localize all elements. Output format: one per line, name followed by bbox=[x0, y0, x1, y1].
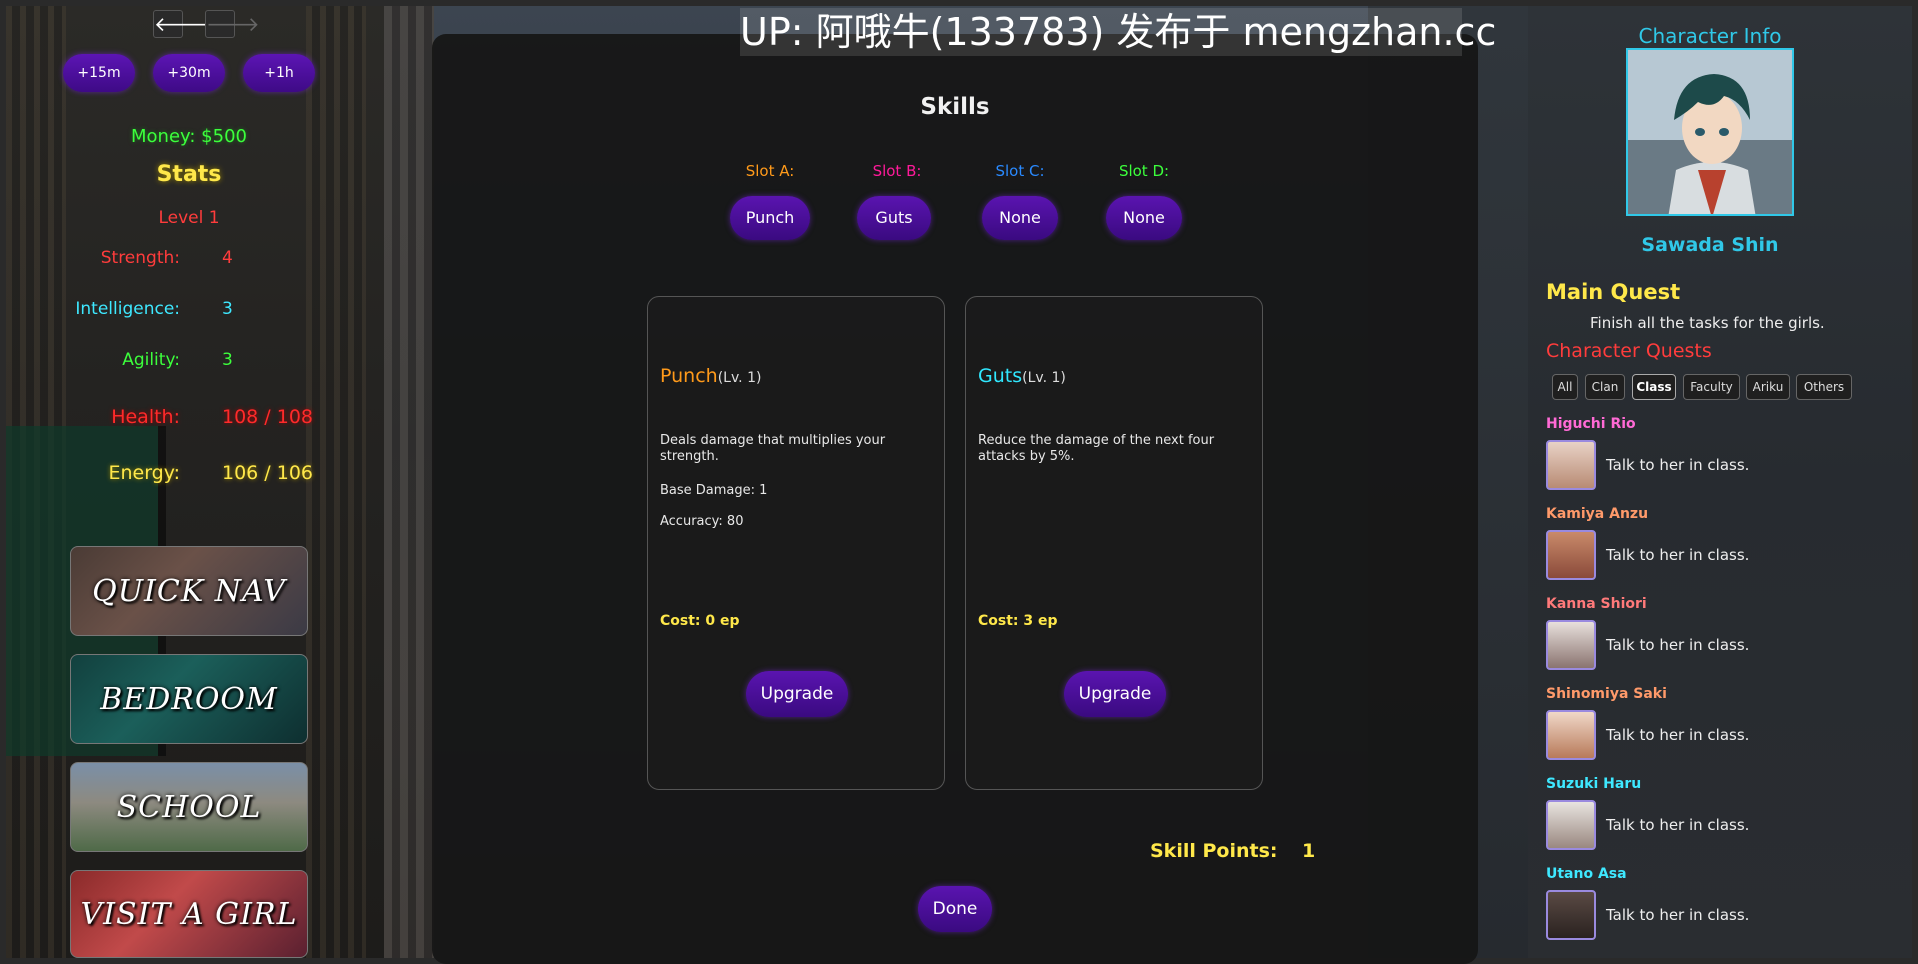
slot-a-label: Slot A: bbox=[745, 162, 795, 180]
skill-card-title: Guts(Lv. 1) bbox=[978, 365, 1066, 387]
skill-accuracy: Accuracy: 80 bbox=[660, 514, 744, 529]
avatar bbox=[1546, 620, 1596, 670]
skill-level: (Lv. 1) bbox=[717, 370, 762, 386]
slot-d-button[interactable]: None bbox=[1106, 196, 1182, 240]
avatar bbox=[1546, 890, 1596, 940]
slot-d-label: Slot D: bbox=[1118, 162, 1170, 180]
upgrade-punch-button[interactable]: Upgrade bbox=[746, 671, 848, 717]
skill-card-title: Punch(Lv. 1) bbox=[660, 365, 761, 387]
avatar bbox=[1546, 710, 1596, 760]
character-info-title: Character Info bbox=[1638, 24, 1782, 48]
school-button[interactable]: SCHOOL bbox=[70, 762, 308, 852]
quest-text: Talk to her in class. bbox=[1606, 906, 1750, 924]
agility-label: Agility: bbox=[122, 350, 180, 370]
quest-name-higuchi-rio: Higuchi Rio bbox=[1546, 416, 1636, 432]
skill-cost: Cost: 3 ep bbox=[978, 613, 1058, 629]
quest-name-utano-asa: Utano Asa bbox=[1546, 866, 1627, 882]
skill-card-punch: Punch(Lv. 1) Deals damage that multiplie… bbox=[647, 296, 945, 790]
skill-points-label: Skill Points: bbox=[1150, 840, 1278, 862]
character-portrait-image bbox=[1628, 50, 1792, 214]
curtain-decoration bbox=[384, 6, 434, 958]
character-name: Sawada Shin bbox=[1641, 234, 1779, 256]
quest-text: Talk to her in class. bbox=[1606, 546, 1750, 564]
filter-tab-faculty[interactable]: Faculty bbox=[1683, 374, 1740, 400]
skill-points-value: 1 bbox=[1302, 840, 1316, 862]
quest-name-suzuki-haru: Suzuki Haru bbox=[1546, 776, 1642, 792]
character-portrait bbox=[1626, 48, 1794, 216]
quest-text: Talk to her in class. bbox=[1606, 816, 1750, 834]
done-button[interactable]: Done bbox=[918, 886, 992, 932]
quick-nav-button[interactable]: QUICK NAV bbox=[70, 546, 308, 636]
skills-modal bbox=[432, 34, 1478, 964]
slot-a-button[interactable]: Punch bbox=[730, 196, 810, 240]
visit-a-girl-label: VISIT A GIRL bbox=[80, 896, 298, 932]
intelligence-label: Intelligence: bbox=[75, 299, 180, 319]
character-quests-title: Character Quests bbox=[1546, 340, 1712, 362]
time-plus-1h-button[interactable]: +1h bbox=[243, 54, 315, 92]
quest-name-kanna-shiori: Kanna Shiori bbox=[1546, 596, 1647, 612]
skill-description: Deals damage that multiplies your streng… bbox=[660, 433, 886, 464]
slot-c-button[interactable]: None bbox=[982, 196, 1058, 240]
quest-text: Talk to her in class. bbox=[1606, 636, 1750, 654]
quest-name-shinomiya-saki: Shinomiya Saki bbox=[1546, 686, 1667, 702]
main-quest-title: Main Quest bbox=[1546, 280, 1681, 304]
upgrade-guts-button[interactable]: Upgrade bbox=[1064, 671, 1166, 717]
slot-b-button[interactable]: Guts bbox=[857, 196, 931, 240]
filter-tab-class[interactable]: Class bbox=[1632, 374, 1676, 400]
time-plus-15m-button[interactable]: +15m bbox=[63, 54, 135, 92]
skill-description: Reduce the damage of the next four attac… bbox=[978, 433, 1215, 464]
forward-arrow-icon[interactable]: 🡒 bbox=[205, 10, 260, 38]
filter-tab-ariku[interactable]: Ariku bbox=[1746, 374, 1790, 400]
quest-text: Talk to her in class. bbox=[1606, 456, 1750, 474]
time-plus-30m-button[interactable]: +30m bbox=[153, 54, 225, 92]
main-quest-text: Finish all the tasks for the girls. bbox=[1590, 314, 1825, 332]
school-label: SCHOOL bbox=[116, 789, 262, 825]
health-label: Health: bbox=[111, 406, 180, 428]
avatar bbox=[1546, 800, 1596, 850]
skill-level: (Lv. 1) bbox=[1022, 370, 1066, 386]
strength-value: 4 bbox=[222, 248, 233, 268]
health-value: 108 / 108 bbox=[222, 406, 314, 428]
energy-value: 106 / 106 bbox=[222, 462, 314, 484]
filter-tab-all[interactable]: All bbox=[1552, 374, 1578, 400]
agility-value: 3 bbox=[222, 350, 233, 370]
money-display: Money: $500 bbox=[131, 126, 247, 147]
skill-name: Punch bbox=[660, 365, 718, 387]
watermark-banner: UP: 阿哦牛(133783) 发布于 mengzhan.cc bbox=[740, 8, 1497, 56]
bedroom-button[interactable]: BEDROOM bbox=[70, 654, 308, 744]
quick-nav-label: QUICK NAV bbox=[92, 573, 286, 609]
level-display: Level 1 bbox=[158, 208, 220, 228]
skill-base-damage: Base Damage: 1 bbox=[660, 483, 768, 498]
intelligence-value: 3 bbox=[222, 299, 233, 319]
visit-a-girl-button[interactable]: VISIT A GIRL bbox=[70, 870, 308, 958]
filter-tab-clan[interactable]: Clan bbox=[1585, 374, 1625, 400]
slot-b-label: Slot B: bbox=[872, 162, 922, 180]
quest-name-kamiya-anzu: Kamiya Anzu bbox=[1546, 506, 1649, 522]
back-arrow-icon[interactable]: 🡐 bbox=[153, 10, 208, 38]
slot-c-label: Slot C: bbox=[995, 162, 1045, 180]
avatar bbox=[1546, 440, 1596, 490]
energy-label: Energy: bbox=[108, 462, 180, 484]
bedroom-label: BEDROOM bbox=[100, 681, 278, 717]
skill-card-guts: Guts(Lv. 1) Reduce the damage of the nex… bbox=[965, 296, 1263, 790]
stats-title: Stats bbox=[156, 162, 222, 187]
avatar bbox=[1546, 530, 1596, 580]
skills-title: Skills bbox=[920, 94, 990, 120]
strength-label: Strength: bbox=[100, 248, 180, 268]
filter-tab-others[interactable]: Others bbox=[1796, 374, 1852, 400]
quest-text: Talk to her in class. bbox=[1606, 726, 1750, 744]
skill-name: Guts bbox=[978, 365, 1023, 387]
skill-cost: Cost: 0 ep bbox=[660, 613, 740, 629]
